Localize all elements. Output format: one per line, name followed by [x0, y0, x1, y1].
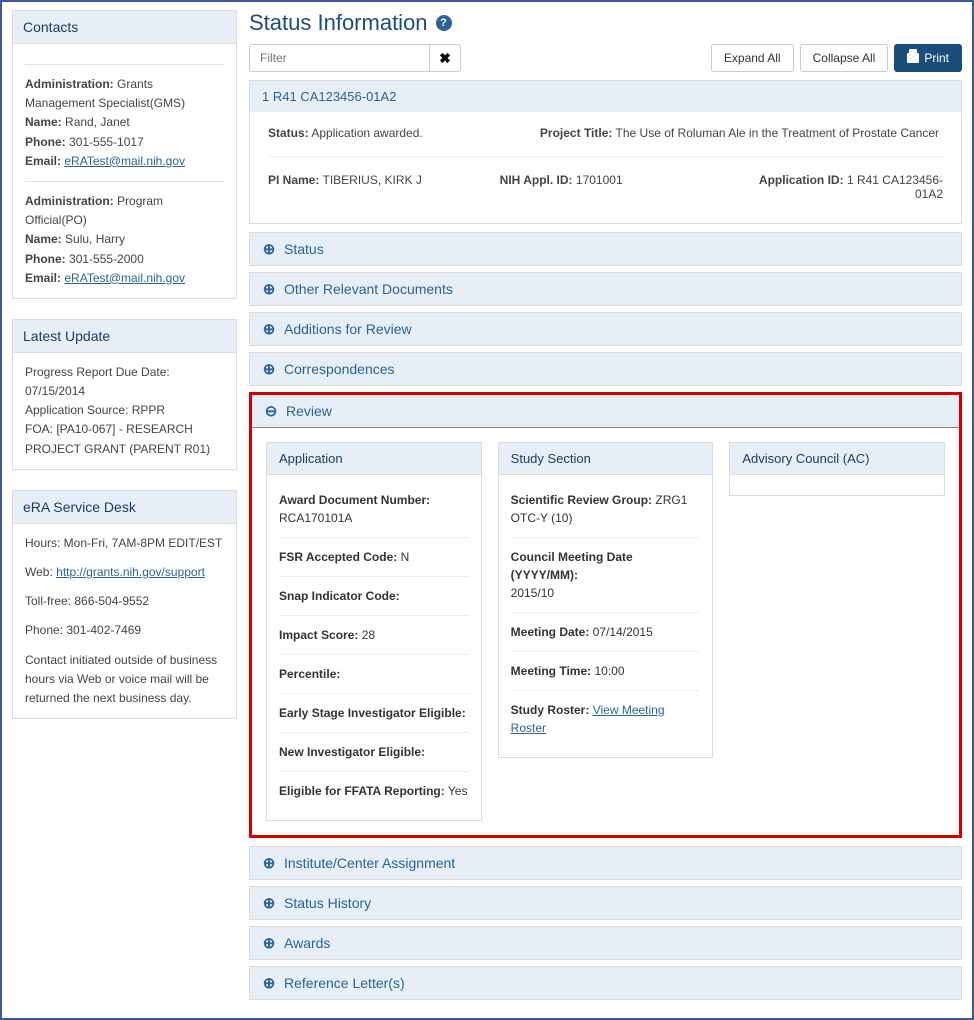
review-application-header: Application [267, 443, 481, 475]
name1-value: Rand, Janet [65, 115, 130, 129]
plus-icon: ⊕ [262, 936, 276, 950]
phone2-label: Phone: [25, 252, 66, 266]
plus-icon: ⊕ [262, 362, 276, 376]
application-id-value: 1 R41 CA123456-01A2 [847, 173, 943, 201]
ffata-value: Yes [448, 784, 468, 798]
application-id-header: 1 R41 CA123456-01A2 [250, 81, 961, 112]
project-title-value: The Use of Roluman Ale in the Treatment … [616, 126, 940, 140]
plus-icon: ⊕ [262, 976, 276, 990]
plus-icon: ⊕ [262, 856, 276, 870]
latest-update-line3: FOA: [PA10-067] - RESEARCH PROJECT GRANT… [25, 420, 224, 458]
print-icon [907, 53, 919, 63]
email2-link[interactable]: eRATest@mail.nih.gov [64, 271, 185, 285]
award-doc-label: Award Document Number: [279, 493, 430, 507]
plus-icon: ⊕ [262, 896, 276, 910]
email1-link[interactable]: eRATest@mail.nih.gov [64, 154, 185, 168]
ni-label: New Investigator Eligible: [279, 745, 425, 759]
phone2-value: 301-555-2000 [69, 252, 144, 266]
accordion-institute[interactable]: ⊕Institute/Center Assignment [249, 846, 962, 880]
phone1-value: 301-555-1017 [69, 135, 144, 149]
name2-label: Name: [25, 232, 62, 246]
service-desk-header: eRA Service Desk [13, 491, 236, 524]
pi-name-value: TIBERIUS, KIRK J [322, 173, 421, 187]
status-label: Status: [268, 126, 309, 140]
service-desk-tollfree: Toll-free: 866-504-9552 [25, 592, 224, 611]
contacts-panel: Contacts Administration: Grants Manageme… [12, 10, 237, 299]
accordion-review-header[interactable]: ⊖ Review [252, 395, 959, 428]
esi-label: Early Stage Investigator Eligible: [279, 706, 466, 720]
council-date-label: Council Meeting Date (YYYY/MM): [511, 550, 633, 582]
application-id-label: Application ID: [759, 173, 844, 187]
collapse-all-button[interactable]: Collapse All [800, 44, 889, 72]
award-doc-value: RCA170101A [279, 511, 352, 525]
accordion-status[interactable]: ⊕Status [249, 232, 962, 266]
email1-label: Email: [25, 154, 61, 168]
accordion-history[interactable]: ⊕Status History [249, 886, 962, 920]
review-study-section-header: Study Section [499, 443, 713, 475]
latest-update-line2: Application Source: RPPR [25, 401, 224, 420]
percentile-label: Percentile: [279, 667, 340, 681]
meeting-time-value: 10:00 [594, 664, 624, 678]
filter-clear-button[interactable]: ✖ [429, 44, 461, 72]
service-desk-phone: Phone: 301-402-7469 [25, 621, 224, 640]
impact-value: 28 [362, 628, 375, 642]
review-advisory-panel: Advisory Council (AC) [729, 442, 945, 496]
email2-label: Email: [25, 271, 61, 285]
accordion-awards[interactable]: ⊕Awards [249, 926, 962, 960]
expand-all-button[interactable]: Expand All [711, 44, 794, 72]
admin2-label: Administration: [25, 194, 114, 208]
nih-appl-id-label: NIH Appl. ID: [500, 173, 573, 187]
plus-icon: ⊕ [262, 282, 276, 296]
plus-icon: ⊕ [262, 242, 276, 256]
service-desk-web-link[interactable]: http://grants.nih.gov/support [56, 565, 205, 579]
meeting-date-label: Meeting Date: [511, 625, 590, 639]
accordion-additions[interactable]: ⊕Additions for Review [249, 312, 962, 346]
filter-input[interactable] [249, 44, 429, 72]
service-desk-note: Contact initiated outside of business ho… [25, 651, 224, 709]
meeting-date-value: 07/14/2015 [593, 625, 653, 639]
ffata-label: Eligible for FFATA Reporting: [279, 784, 445, 798]
contacts-header: Contacts [13, 11, 236, 44]
roster-label: Study Roster: [511, 703, 590, 717]
fsr-value: N [401, 550, 410, 564]
service-desk-hours: Hours: Mon-Fri, 7AM-8PM EDIT/EST [25, 534, 224, 553]
council-date-value: 2015/10 [511, 586, 554, 600]
plus-icon: ⊕ [262, 322, 276, 336]
name2-value: Sulu, Harry [65, 232, 125, 246]
nih-appl-id-value: 1701001 [576, 173, 623, 187]
accordion-documents[interactable]: ⊕Other Relevant Documents [249, 272, 962, 306]
accordion-review: ⊖ Review Application Award Document Numb… [249, 392, 962, 838]
project-title-label: Project Title: [540, 126, 612, 140]
application-info-block: 1 R41 CA123456-01A2 Status: Application … [249, 80, 962, 224]
minus-icon: ⊖ [264, 404, 278, 418]
pi-name-label: PI Name: [268, 173, 319, 187]
service-desk-web-label: Web: [25, 565, 53, 579]
latest-update-line1: Progress Report Due Date: 07/15/2014 [25, 363, 224, 401]
review-study-section-panel: Study Section Scientific Review Group: Z… [498, 442, 714, 758]
admin1-label: Administration: [25, 77, 114, 91]
impact-label: Impact Score: [279, 628, 358, 642]
accordion-correspondences[interactable]: ⊕Correspondences [249, 352, 962, 386]
meeting-time-label: Meeting Time: [511, 664, 591, 678]
name1-label: Name: [25, 115, 62, 129]
review-application-panel: Application Award Document Number: RCA170… [266, 442, 482, 821]
page-title: Status Information ? [249, 10, 962, 36]
phone1-label: Phone: [25, 135, 66, 149]
fsr-label: FSR Accepted Code: [279, 550, 397, 564]
srg-label: Scientific Review Group: [511, 493, 652, 507]
help-icon[interactable]: ? [436, 15, 452, 31]
review-advisory-header: Advisory Council (AC) [730, 443, 944, 475]
accordion-reference[interactable]: ⊕Reference Letter(s) [249, 966, 962, 1000]
latest-update-header: Latest Update [13, 320, 236, 353]
print-button[interactable]: Print [894, 44, 962, 72]
service-desk-panel: eRA Service Desk Hours: Mon-Fri, 7AM-8PM… [12, 490, 237, 719]
snap-label: Snap Indicator Code: [279, 589, 400, 603]
status-value: Application awarded. [311, 126, 422, 140]
latest-update-panel: Latest Update Progress Report Due Date: … [12, 319, 237, 470]
